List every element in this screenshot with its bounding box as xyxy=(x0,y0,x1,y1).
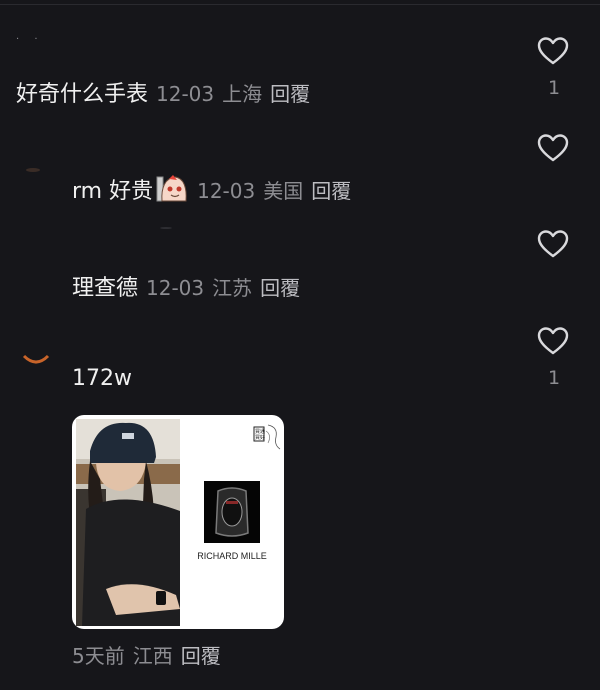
comment-body: 172w xyxy=(72,366,132,391)
comment-location: 美国 xyxy=(263,179,304,203)
comment-body: 好奇什么手表 12-03 上海 回覆 xyxy=(16,76,310,108)
heart-icon[interactable] xyxy=(537,326,569,356)
reply-button[interactable]: 回覆 xyxy=(311,179,351,203)
comment-date: 5天前 xyxy=(72,644,125,668)
avatar[interactable] xyxy=(160,227,172,229)
comment-date: 12-03 xyxy=(197,179,256,203)
comment-text: 理查德 xyxy=(72,276,139,301)
reply-button[interactable]: 回覆 xyxy=(260,276,300,300)
sticker-emoji-icon xyxy=(155,174,189,204)
comment-location: 江西 xyxy=(132,644,173,668)
photo-person xyxy=(76,419,180,626)
reply-button[interactable]: 回覆 xyxy=(270,82,310,106)
comment-image[interactable]: 買通 買好 RICHARD MILLE xyxy=(72,415,284,629)
logo-icon: 買通 買好 xyxy=(253,424,281,450)
svg-text:買好: 買好 xyxy=(255,434,265,441)
comment-text: 172w xyxy=(72,366,132,391)
comment-date: 12-03 xyxy=(156,82,215,106)
watch-photo xyxy=(204,481,260,543)
comment-body: 理查德 12-03 江苏 回覆 xyxy=(72,270,300,302)
svg-text:買通: 買通 xyxy=(255,428,265,435)
comment-meta: 5天前 江西 回覆 xyxy=(72,640,221,669)
reply-button[interactable]: 回覆 xyxy=(181,644,221,668)
comment-location: 上海 xyxy=(222,82,263,106)
avatar-fragment: · · xyxy=(16,34,44,45)
comment-body: rm 好贵 12-03 美国 回覆 xyxy=(72,173,351,205)
comment-location: 江苏 xyxy=(212,276,253,300)
like-count: 1 xyxy=(547,77,561,99)
like-count: 1 xyxy=(547,367,561,389)
heart-icon[interactable] xyxy=(537,36,569,66)
heart-icon[interactable] xyxy=(537,133,569,163)
brand-label: RICHARD MILLE xyxy=(197,551,267,561)
comment-text: 好奇什么手表 xyxy=(16,82,149,107)
avatar[interactable] xyxy=(26,168,40,172)
top-divider xyxy=(0,4,600,5)
avatar[interactable] xyxy=(22,352,50,368)
comment-date: 12-03 xyxy=(146,276,205,300)
heart-icon[interactable] xyxy=(537,229,569,259)
comment-text: rm 好贵 xyxy=(72,179,154,204)
